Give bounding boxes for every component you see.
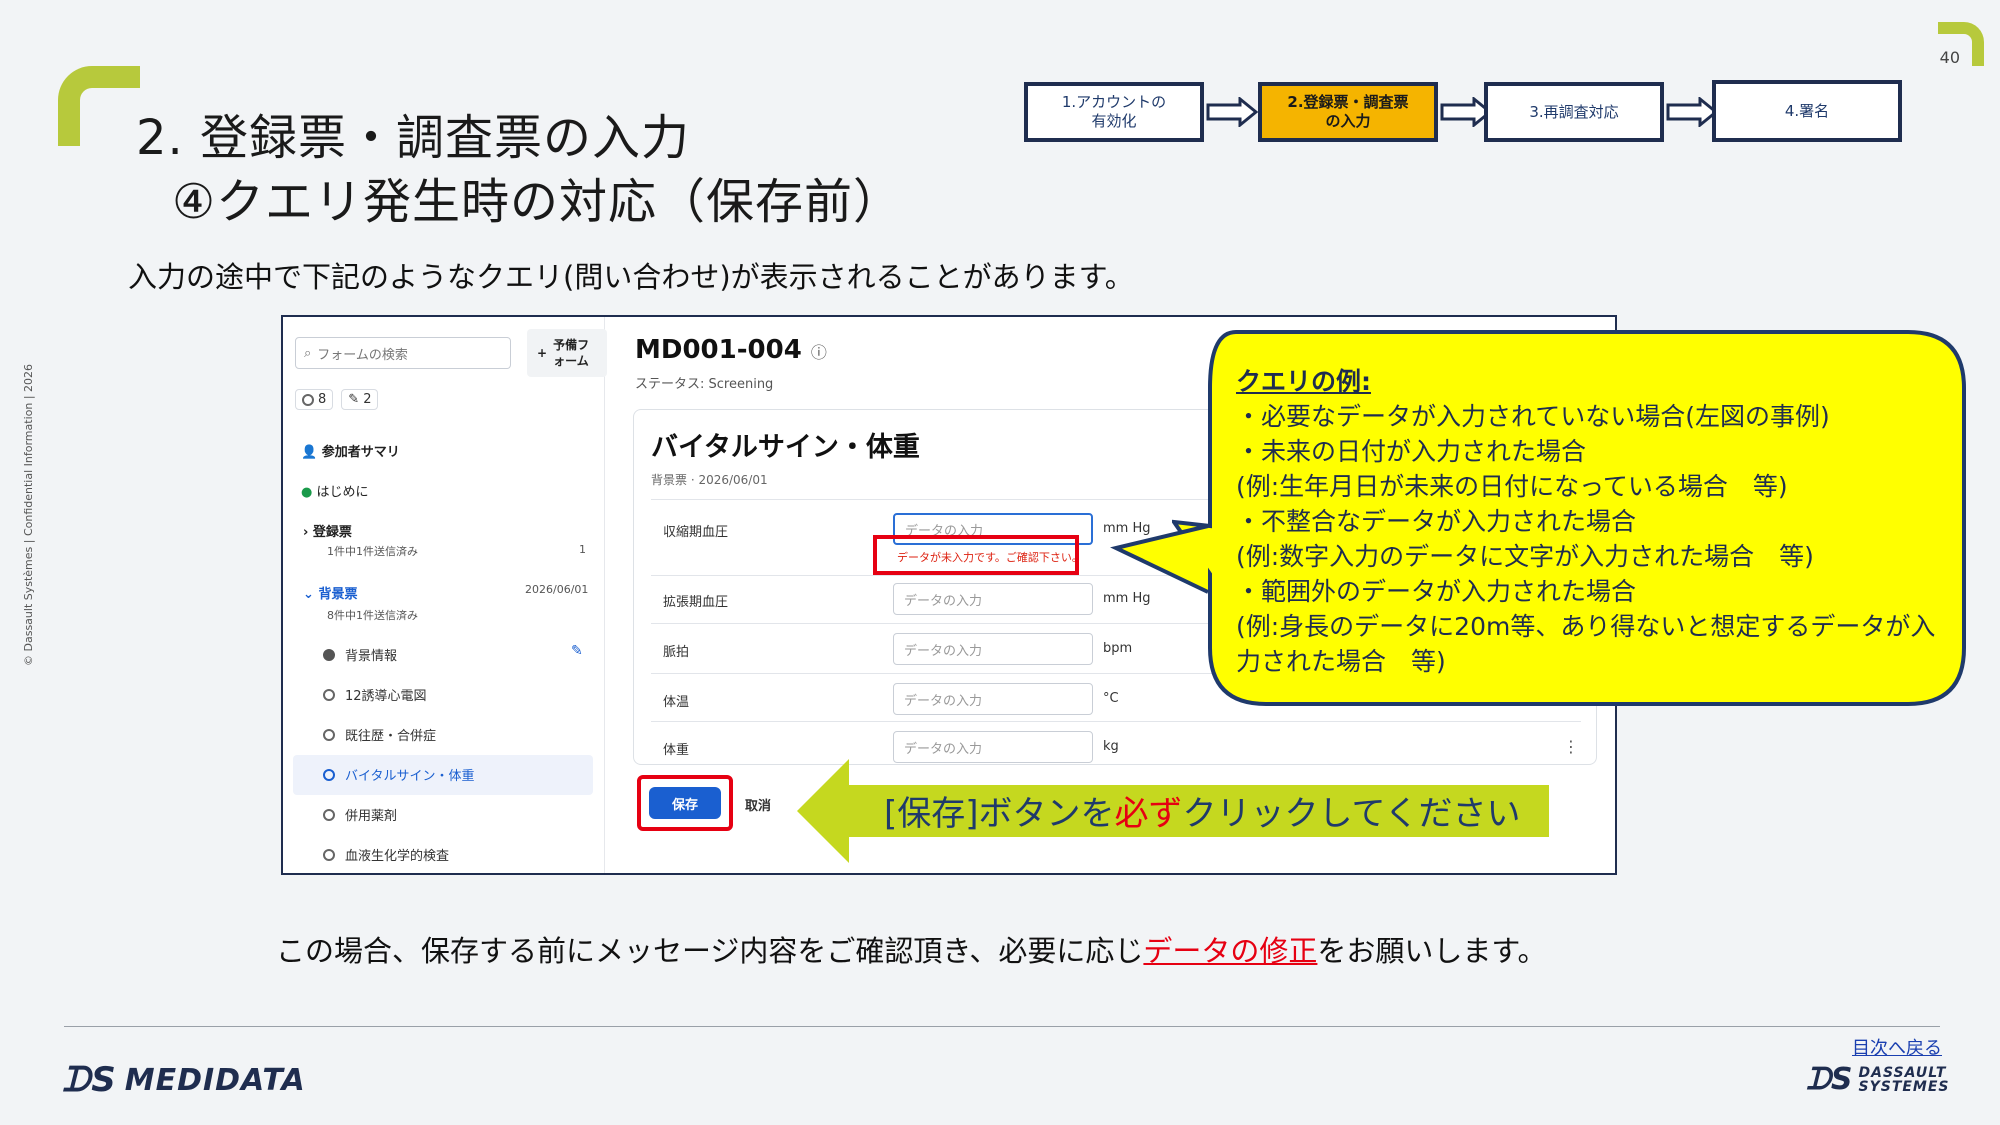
page-subtitle: ④クエリ発生時の対応（保存前） [172,174,903,230]
edit-pencil-icon[interactable]: ✎ [571,643,583,659]
nav-participant-summary[interactable]: 👤 参加者サマリ [301,441,400,460]
error-highlight-box [873,535,1079,575]
form-subtitle: 背景票 · 2026/06/01 [651,473,768,487]
footer-divider [64,1026,1940,1027]
info-icon[interactable]: ⓘ [811,343,827,362]
correction-instruction: この場合、保存する前にメッセージ内容をご確認頂き、必要に応じデータの修正をお願い… [276,934,1547,968]
circle-icon [323,728,335,741]
nav-form-item[interactable]: 12誘導心電図 [323,685,427,704]
step-arrow-icon [1206,97,1258,127]
nav-background[interactable]: ⌄ 背景票 [303,583,357,602]
pencil-icon: ✎ [348,392,360,407]
new-form-button[interactable]: + 予備フォーム [527,329,607,377]
chevron-right-icon: › [303,525,309,540]
form-title: バイタルサイン・体重 [651,432,920,463]
step-4: 4.署名 [1712,80,1902,142]
circle-icon [302,393,314,406]
temperature-input[interactable]: データの入力 [893,683,1093,715]
nav-introduction[interactable]: ● はじめに [301,481,369,500]
subject-id: MD001-004 ⓘ [635,335,827,365]
field-label-systolic: 収縮期血圧 [663,525,729,540]
corner-bracket-decoration [58,66,140,146]
more-options-icon[interactable]: ⋮ [1563,737,1579,756]
confidential-notice: © Dassault Systèmes | Confidential Infor… [22,363,35,666]
check-circle-icon: ● [301,485,313,500]
step-3: 3.再調査対応 [1484,82,1664,142]
nav-form-item[interactable]: 背景情報 [323,645,397,664]
query-example-line: ・範囲外のデータが入力された場合 [1236,577,1637,606]
subject-status: ステータス: Screening [635,377,774,392]
cancel-button[interactable]: 取消 [745,787,771,814]
query-counts: 8 ✎ 2 [295,389,379,410]
ds-logo-icon: ᗪS [1806,1062,1853,1097]
page-title: 2. 登録票・調査票の入力 [136,110,691,166]
nav-form-item[interactable]: 血液生化学的検査 [323,845,449,864]
circle-icon [323,768,335,781]
diastolic-input[interactable]: データの入力 [893,583,1093,615]
speech-bubble-tail [1110,524,1209,594]
field-label-weight: 体重 [663,743,690,758]
pulse-input[interactable]: データの入力 [893,633,1093,665]
save-highlight-box [637,775,733,831]
row-divider [651,721,1581,722]
query-examples-heading: クエリの例: [1236,367,1371,396]
unit-label: kg [1103,739,1119,754]
background-date: 2026/06/01 [525,583,589,596]
nav-registration[interactable]: › 登録票 [303,521,352,540]
registration-progress: 1件中1件送信済み [327,545,418,558]
query-example-line: ・不整合なデータが入力された場合 [1236,507,1637,536]
unit-label: °C [1103,691,1119,706]
query-example-line: (例:身長のデータに20m等、あり得ないと想定するデータが入力された場合 等) [1236,612,1936,676]
save-instruction: [保存]ボタンを必ずクリックしてください [884,794,1521,834]
page-number: 40 [1939,48,1960,67]
nav-form-item-selected[interactable]: バイタルサイン・体重 [323,765,474,784]
filled-circle-icon [323,648,335,661]
circle-icon [323,848,335,861]
query-example-line: (例:数字入力のデータに文字が入力された場合 等) [1236,542,1814,571]
query-example-line: (例:生年月日が未来の日付になっている場合 等) [1236,472,1788,501]
form-search-input[interactable]: ⌕ フォームの検索 [295,337,511,369]
query-example-line: ・未来の日付が入力された場合 [1236,437,1587,466]
dassault-logo: ᗪS DASSAULT SYSTEMES [1806,1062,1950,1097]
medidata-logo: ᗪS MEDIDATA [62,1060,306,1100]
circle-icon [323,808,335,821]
field-label-temperature: 体温 [663,695,690,710]
plus-icon: + [537,346,548,360]
query-examples: クエリの例: ・必要なデータが入力されていない場合(左図の事例) ・未来の日付が… [1236,364,1948,679]
form-navigation-panel: ⌕ フォームの検索 + 予備フォーム 8 ✎ 2 👤 参加者サマリ ● はじめに … [283,317,607,873]
open-query-count[interactable]: 8 [295,389,334,410]
step-1: 1.アカウントの 有効化 [1024,82,1204,142]
intro-text: 入力の途中で下記のようなクエリ(問い合わせ)が表示されることがあります。 [128,260,1134,294]
nav-form-item[interactable]: 併用薬剤 [323,805,397,824]
unit-label: bpm [1103,641,1133,656]
step-arrow-icon [1666,97,1718,127]
background-progress: 8件中1件送信済み [327,609,418,622]
ds-logo-icon: ᗪS [62,1060,117,1100]
field-label-pulse: 脈拍 [663,645,690,660]
nav-form-item[interactable]: 既往歴・合併症 [323,725,436,744]
step-2-active: 2.登録票・調査票 の入力 [1258,82,1438,142]
edit-count[interactable]: ✎ 2 [341,389,379,410]
person-icon: 👤 [301,445,318,460]
circle-icon [323,688,335,701]
query-example-line: ・必要なデータが入力されていない場合(左図の事例) [1236,402,1830,431]
back-to-toc-link[interactable]: 目次へ戻る [1852,1034,1942,1060]
registration-badge: 1 [579,543,586,556]
field-label-diastolic: 拡張期血圧 [663,595,729,610]
chevron-down-icon: ⌄ [303,587,314,602]
search-icon: ⌕ [304,345,312,361]
